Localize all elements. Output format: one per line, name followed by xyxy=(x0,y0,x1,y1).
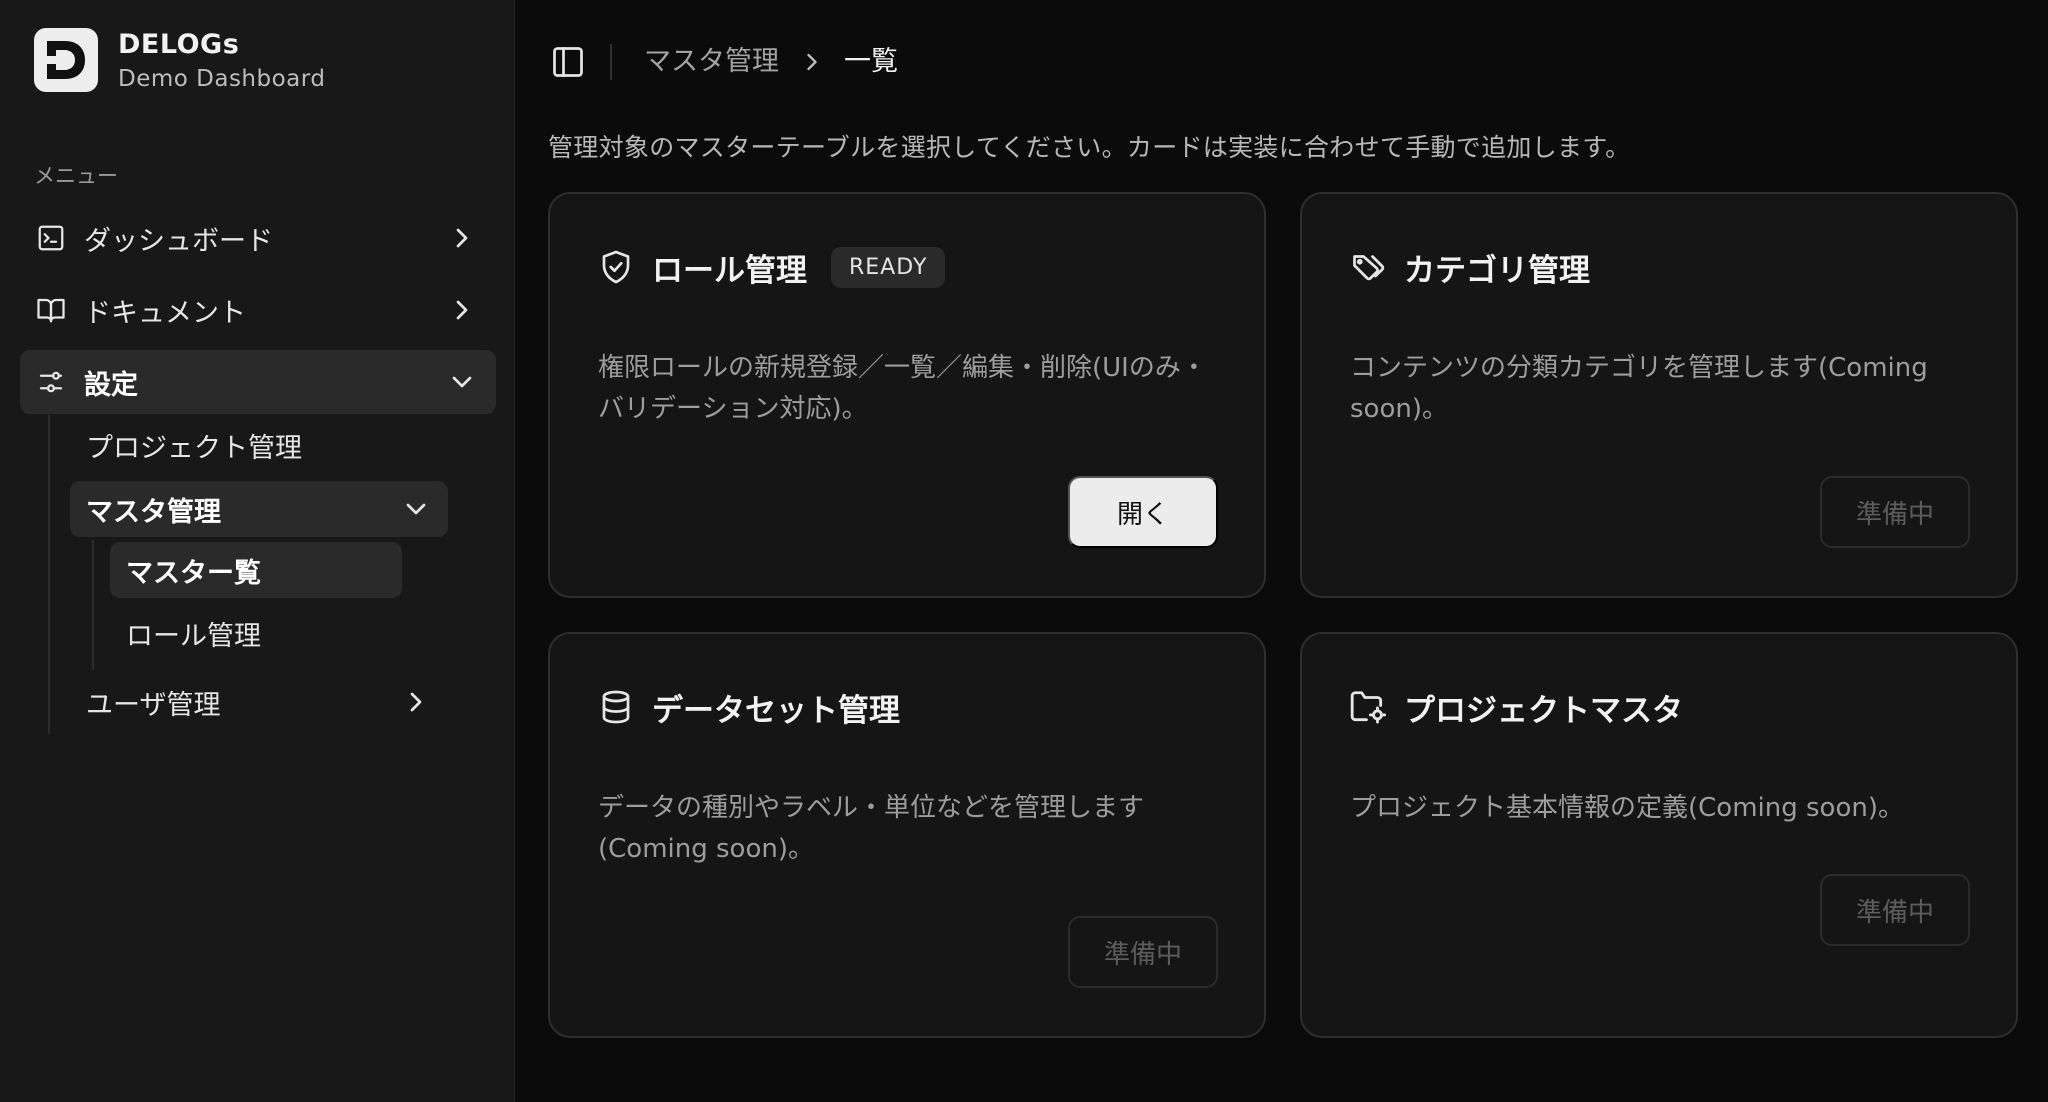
master-card-category: カテゴリ管理 コンテンツの分類カテゴリを管理します(Coming soon)。 … xyxy=(1300,192,2018,598)
card-title: プロジェクトマスタ xyxy=(1404,692,1683,729)
sidebar-item-documents[interactable]: ドキュメント xyxy=(20,278,496,342)
header-divider xyxy=(610,44,612,80)
card-description: 権限ロールの新規登録／一覧／編集・削除(UIのみ・バリデーション対応)。 xyxy=(598,353,1207,424)
database-icon xyxy=(596,687,636,727)
coming-soon-button: 準備中 xyxy=(1068,916,1218,988)
card-description: データの種別やラベル・単位などを管理します(Coming soon)。 xyxy=(598,793,1145,864)
sidebar-item-user-management[interactable]: ユーザ管理 xyxy=(70,674,448,730)
sidebar-item-label: プロジェクト管理 xyxy=(86,432,302,464)
sidebar-item-label: ユーザ管理 xyxy=(86,689,221,721)
chevron-down-icon xyxy=(452,376,472,388)
sidebar-toggle-icon[interactable] xyxy=(550,44,586,80)
delogs-logo-icon xyxy=(34,28,98,92)
brand-name: DELOGs xyxy=(118,28,240,60)
sidebar-item-label: 設定 xyxy=(84,369,138,401)
terminal-square-icon xyxy=(34,221,68,255)
chevron-right-icon xyxy=(410,692,422,712)
card-description: コンテンツの分類カテゴリを管理します(Coming soon)。 xyxy=(1350,353,1928,424)
page-description: 管理対象のマスターテーブルを選択してください。カードは実装に合わせて手動で追加し… xyxy=(548,133,1631,162)
settings-sliders-icon xyxy=(34,365,68,399)
chevron-right-icon xyxy=(456,300,468,320)
brand[interactable]: DELOGs Demo Dashboard xyxy=(34,28,325,92)
menu-section-label: メニュー xyxy=(34,164,118,188)
master-card-dataset: データセット管理 データの種別やラベル・単位などを管理します(Coming so… xyxy=(548,632,1266,1038)
card-title: カテゴリ管理 xyxy=(1404,252,1590,289)
chevron-right-icon xyxy=(807,53,817,71)
open-button[interactable]: 開く xyxy=(1068,476,1218,548)
tree-guide-line xyxy=(92,540,94,670)
card-description: プロジェクト基本情報の定義(Coming soon)。 xyxy=(1350,793,1904,823)
coming-soon-button: 準備中 xyxy=(1820,874,1970,946)
coming-soon-button: 準備中 xyxy=(1820,476,1970,548)
shield-check-icon xyxy=(596,247,636,287)
sidebar-item-project-management[interactable]: プロジェクト管理 xyxy=(70,417,450,473)
sidebar-item-label: ダッシュボード xyxy=(84,225,273,257)
sidebar-item-label: マスタ管理 xyxy=(86,496,221,528)
master-card-project: プロジェクトマスタ プロジェクト基本情報の定義(Coming soon)。 準備… xyxy=(1300,632,2018,1038)
tag-icon xyxy=(1348,247,1388,287)
sidebar-item-label: マスター覧 xyxy=(126,557,261,589)
sidebar-item-master-management[interactable]: マスタ管理 xyxy=(70,481,448,537)
book-open-icon xyxy=(34,293,68,327)
sidebar-item-label: ロール管理 xyxy=(126,620,261,652)
brand-subtitle: Demo Dashboard xyxy=(118,65,326,92)
sidebar-item-role-management[interactable]: ロール管理 xyxy=(110,605,402,661)
card-title: データセット管理 xyxy=(652,692,900,729)
sidebar-item-label: ドキュメント xyxy=(84,297,246,329)
sidebar-item-settings[interactable]: 設定 xyxy=(20,350,496,414)
sidebar-item-master-list[interactable]: マスター覧 xyxy=(110,542,402,598)
breadcrumb-master-management[interactable]: マスタ管理 xyxy=(644,44,779,80)
chevron-down-icon xyxy=(406,503,426,515)
breadcrumb-current: 一覧 xyxy=(844,46,898,77)
folder-cog-icon xyxy=(1348,687,1388,727)
master-card-role: ロール管理 READY 権限ロールの新規登録／一覧／編集・削除(UIのみ・バリデ… xyxy=(548,192,1266,598)
top-header: マスタ管理 一覧 xyxy=(516,0,2048,124)
status-badge: READY xyxy=(831,246,946,288)
card-title: ロール管理 xyxy=(652,252,807,289)
sidebar: DELOGs Demo Dashboard メニュー ダッシュボード ドキュメン… xyxy=(0,0,515,1102)
tree-guide-line xyxy=(48,414,50,734)
sidebar-item-dashboard[interactable]: ダッシュボード xyxy=(20,206,496,270)
chevron-right-icon xyxy=(456,228,468,248)
